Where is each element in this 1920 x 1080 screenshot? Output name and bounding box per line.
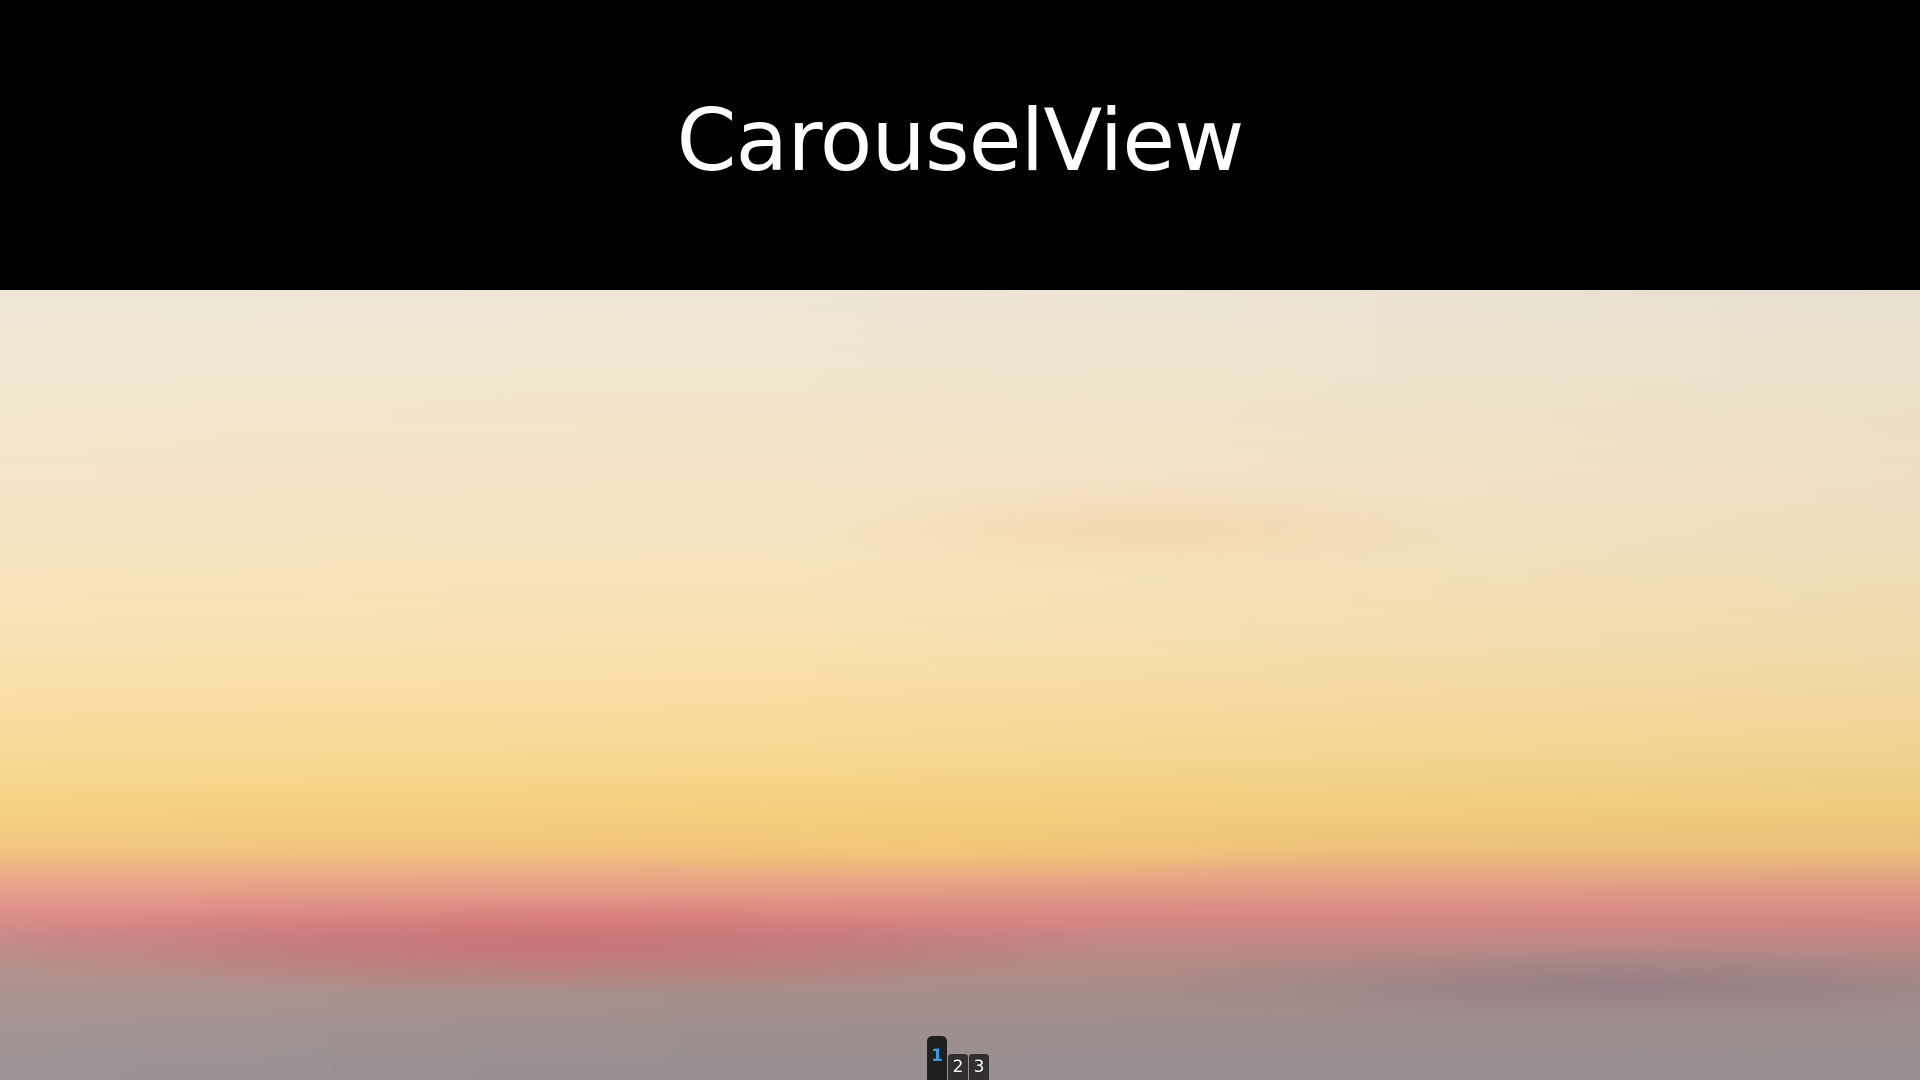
page-indicator-2[interactable]: 2 bbox=[948, 1054, 968, 1080]
carousel-slide-sunset-image[interactable] bbox=[0, 290, 1920, 1080]
carousel-view[interactable] bbox=[0, 290, 1920, 1080]
carousel-page-indicators: 1 2 3 bbox=[927, 1036, 989, 1080]
page-title: CarouselView bbox=[676, 91, 1244, 191]
header-bar: CarouselView bbox=[0, 0, 1920, 290]
page-indicator-3[interactable]: 3 bbox=[969, 1054, 989, 1080]
page-indicator-1[interactable]: 1 bbox=[927, 1036, 947, 1080]
carousel-app: CarouselView 1 2 3 bbox=[0, 0, 1920, 1080]
